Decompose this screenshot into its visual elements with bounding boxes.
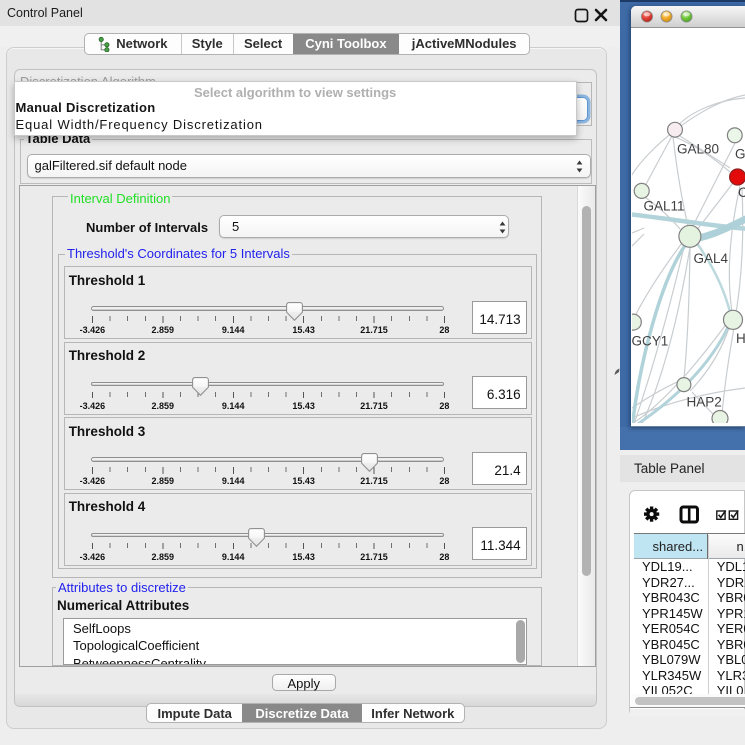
svg-text:C: C	[738, 185, 745, 200]
svg-text:H: H	[736, 331, 745, 346]
svg-text:GAL80: GAL80	[677, 142, 719, 157]
svg-text:HAP2: HAP2	[687, 395, 722, 410]
svg-text:G.: G.	[735, 147, 745, 162]
svg-text:GCY1: GCY1	[632, 334, 668, 349]
svg-text:GAL4: GAL4	[694, 251, 729, 266]
svg-text:GAL11: GAL11	[644, 199, 685, 214]
